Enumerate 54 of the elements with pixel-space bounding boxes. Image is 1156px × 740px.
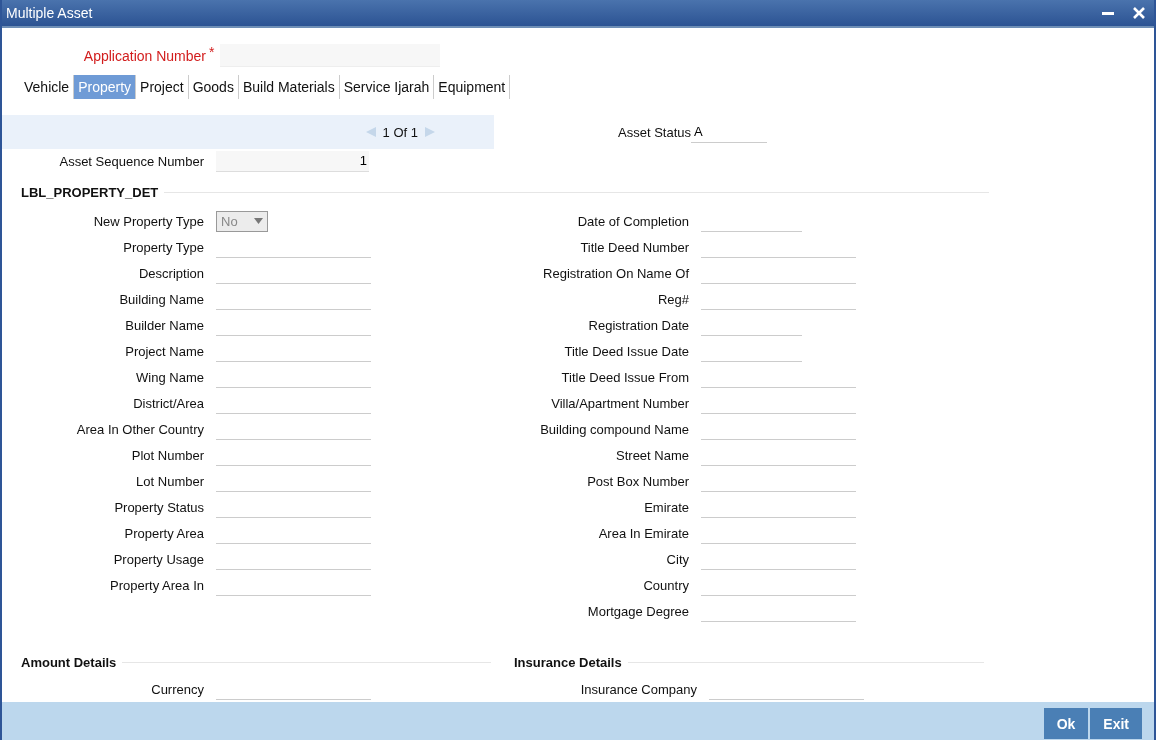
- field-label: Registration Date: [587, 317, 689, 333]
- field-label: Registration On Name Of: [542, 265, 689, 281]
- required-mark: *: [208, 44, 216, 60]
- field-label: Villa/Apartment Number: [550, 395, 689, 411]
- window-title: Multiple Asset: [6, 5, 93, 21]
- field-label: Property Type: [122, 239, 204, 255]
- field-label: Emirate: [643, 499, 689, 515]
- field-label: Title Deed Issue From: [560, 369, 689, 385]
- tab[interactable]: Build Materials: [238, 75, 340, 99]
- field-label: Area In Emirate: [597, 525, 689, 541]
- tab[interactable]: Service Ijarah: [339, 75, 435, 99]
- section-title: Insurance Details: [514, 654, 622, 670]
- field-label: Building Name: [118, 291, 204, 307]
- section-title: LBL_PROPERTY_DET: [21, 184, 159, 200]
- field-label: Country: [642, 577, 689, 593]
- field-label: Application Number: [82, 47, 206, 64]
- close-icon[interactable]: [1132, 6, 1146, 20]
- caret-icon: [254, 218, 263, 224]
- field-label: Project Name: [124, 343, 204, 359]
- asset-sequence-field[interactable]: 1: [216, 150, 369, 172]
- field-label: Title Deed Number: [579, 239, 689, 255]
- field-label: Asset Sequence Number: [58, 153, 204, 169]
- tab[interactable]: Project: [136, 75, 189, 99]
- field-label: City: [665, 551, 689, 567]
- field-label: Reg#: [656, 291, 689, 307]
- page-indicator: 1 Of 1: [382, 124, 418, 140]
- field-label: Property Usage: [112, 551, 204, 567]
- field-label: Currency: [150, 681, 204, 697]
- next-icon[interactable]: [424, 126, 436, 138]
- field-label: Property Area In: [109, 577, 204, 593]
- field-label: Insurance Company: [579, 681, 697, 697]
- field-label: Property Area: [123, 525, 204, 541]
- dialog-button[interactable]: Ok: [1043, 708, 1089, 739]
- field-label: Lot Number: [135, 473, 204, 489]
- field-label: Building compound Name: [539, 421, 689, 437]
- tab[interactable]: Equipment: [434, 75, 511, 99]
- field-label: Post Box Number: [586, 473, 689, 489]
- dialog-button[interactable]: Exit: [1090, 708, 1142, 739]
- field-label: Street Name: [615, 447, 689, 463]
- field-label: Builder Name: [124, 317, 204, 333]
- previous-icon[interactable]: [364, 126, 377, 138]
- field-label: Title Deed Issue Date: [563, 343, 689, 359]
- tab[interactable]: Goods: [188, 75, 239, 99]
- field-label: Mortgage Degree: [586, 603, 689, 619]
- field-label: Property Status: [113, 499, 204, 515]
- field-label: Wing Name: [135, 369, 204, 385]
- field-label: New Property Type: [92, 213, 204, 229]
- section-title: Amount Details: [21, 654, 117, 670]
- field-label: Asset Status: [617, 124, 691, 140]
- field-label: Plot Number: [130, 447, 204, 463]
- field-label: District/Area: [132, 395, 204, 411]
- field-label: Description: [137, 265, 204, 281]
- field-label: Date of Completion: [576, 213, 689, 229]
- field-label: Area In Other Country: [75, 421, 204, 437]
